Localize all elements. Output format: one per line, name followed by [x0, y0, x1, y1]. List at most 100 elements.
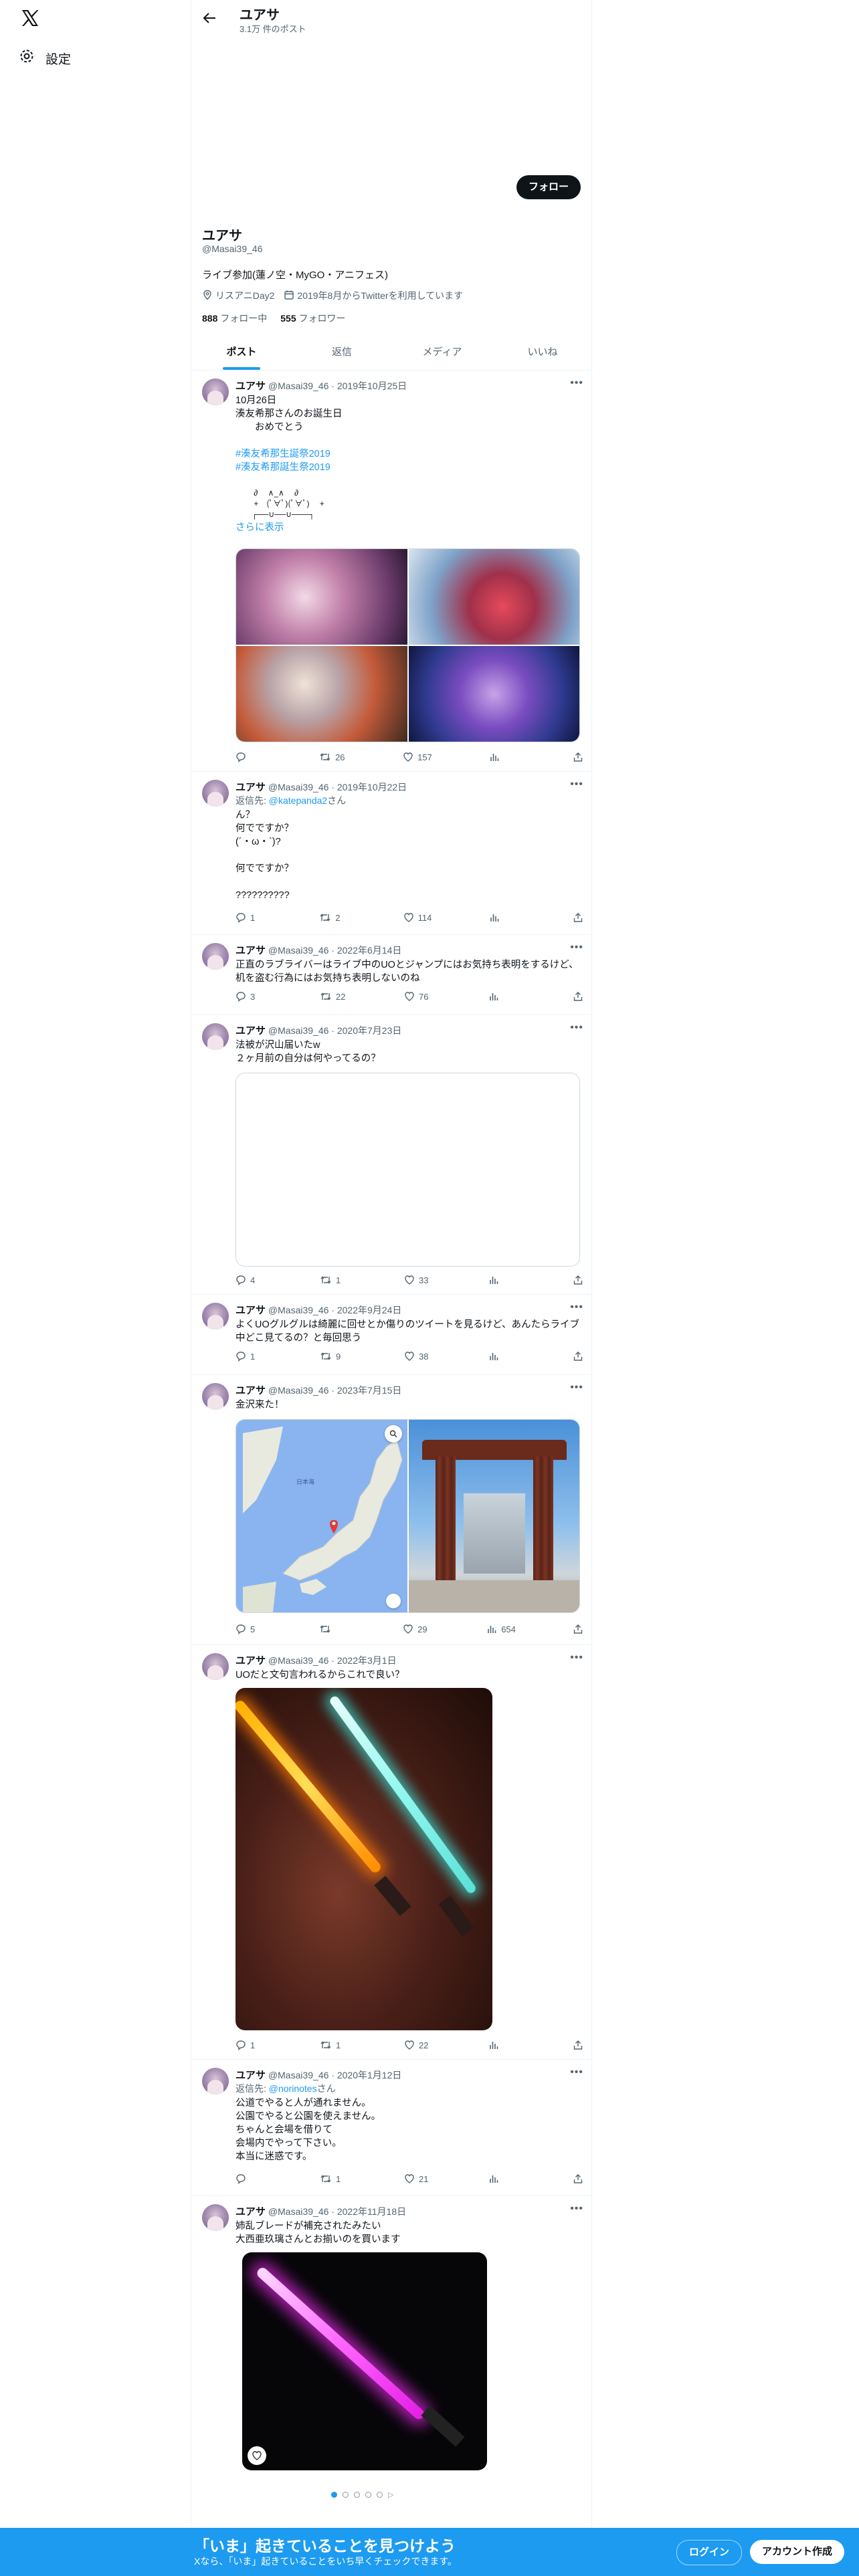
reply-to-link[interactable]: @norinotes: [269, 2083, 317, 2094]
show-more-link[interactable]: さらに表示: [235, 520, 583, 534]
like-button[interactable]: 114: [403, 912, 432, 923]
station-gate-image[interactable]: [408, 1420, 579, 1612]
like-button[interactable]: 76: [404, 991, 431, 1002]
reply-button[interactable]: [235, 752, 262, 762]
login-button[interactable]: ログイン: [676, 2540, 743, 2565]
like-button[interactable]: 157: [403, 752, 432, 762]
reply-button[interactable]: 4: [235, 1275, 262, 1285]
tweet-media-grid[interactable]: 日本海: [235, 1419, 580, 1613]
tweet-text: 姉乱ブレードが補充されたみたい 大西亜玖璃さんとお揃いのを買います: [235, 2221, 401, 2245]
back-arrow-icon[interactable]: [202, 11, 217, 25]
tab-likes[interactable]: いいね: [492, 334, 591, 370]
retweet-button[interactable]: 1: [320, 2040, 347, 2050]
tweet-actions: 3 22 76: [235, 991, 583, 1002]
views-button[interactable]: 654: [486, 1624, 516, 1634]
avatar[interactable]: [202, 780, 229, 807]
carousel-indicator[interactable]: ▷: [331, 2490, 393, 2499]
tab-media[interactable]: メディア: [392, 334, 492, 370]
avatar[interactable]: [202, 1383, 229, 1410]
avatar[interactable]: [202, 1023, 229, 1050]
media-placeholder[interactable]: [235, 1073, 580, 1267]
tweet[interactable]: ••• ユアサ @Masai39_46 · 2022年3月1日 UOだと文句言わ…: [191, 1645, 591, 2060]
location-target-icon[interactable]: [385, 1594, 401, 1608]
tweet-media-grid[interactable]: [235, 548, 580, 742]
reply-to-link[interactable]: @katepanda2: [269, 795, 327, 806]
share-icon[interactable]: [573, 912, 583, 923]
like-button[interactable]: 21: [404, 2173, 431, 2184]
views-button[interactable]: [489, 912, 516, 923]
tweet[interactable]: ••• ユアサ @Masai39_46 · 2022年9月24日 よくUOグルグ…: [191, 1295, 591, 1375]
tweet-actions: 1 9 38: [235, 1351, 583, 1362]
views-button[interactable]: [488, 1351, 515, 1362]
reply-button[interactable]: [235, 2173, 262, 2184]
carousel-dot[interactable]: [354, 2492, 360, 2498]
retweet-button[interactable]: 26: [319, 752, 346, 762]
retweet-button[interactable]: 1: [320, 1275, 347, 1285]
following-link[interactable]: 888 フォロー中: [202, 312, 267, 325]
follow-button[interactable]: フォロー: [516, 175, 581, 199]
x-logo-icon[interactable]: [20, 8, 40, 28]
avatar[interactable]: [202, 943, 229, 970]
map-image[interactable]: 日本海: [236, 1420, 407, 1612]
avatar[interactable]: [202, 2204, 229, 2231]
tab-replies[interactable]: 返信: [292, 334, 392, 370]
share-icon[interactable]: [573, 2173, 583, 2184]
avatar[interactable]: [202, 2068, 229, 2095]
reply-button[interactable]: 1: [235, 2040, 262, 2050]
share-icon[interactable]: [573, 1275, 583, 1285]
carousel-dot[interactable]: [331, 2492, 337, 2498]
media-image[interactable]: [236, 549, 407, 645]
lightsaber-carousel-image[interactable]: [242, 2252, 487, 2470]
reply-button[interactable]: 1: [235, 912, 262, 923]
media-image[interactable]: [408, 646, 579, 742]
tweet[interactable]: ••• ユアサ @Masai39_46 · 2019年10月25日 10月26日…: [191, 370, 591, 772]
settings-link[interactable]: 設定: [19, 48, 71, 68]
avatar[interactable]: [202, 379, 229, 405]
tweet-text: 10月26日 湊友希那さんのお誕生日 おめでとう: [235, 395, 343, 433]
create-account-button[interactable]: アカウント作成: [750, 2540, 845, 2564]
views-button[interactable]: [489, 752, 516, 762]
tweet[interactable]: ••• ユアサ @Masai39_46 · 2022年11月18日 姉乱ブレード…: [191, 2196, 591, 2531]
share-icon[interactable]: [573, 1624, 583, 1634]
tweet[interactable]: ••• ユアサ @Masai39_46 · 2020年1月12日 返信先: @n…: [191, 2060, 591, 2196]
media-image[interactable]: [408, 549, 579, 645]
like-button[interactable]: 29: [403, 1624, 430, 1634]
hashtag-link[interactable]: #湊友希那生誕祭2019: [235, 449, 330, 459]
tweet[interactable]: ••• ユアサ @Masai39_46 · 2023年7月15日 金沢来た！ 日…: [191, 1375, 591, 1645]
like-button[interactable]: 33: [404, 1275, 431, 1285]
views-button[interactable]: [488, 2173, 515, 2184]
media-image[interactable]: [236, 646, 407, 742]
retweet-button[interactable]: 9: [320, 1351, 347, 1362]
tweet[interactable]: ••• ユアサ @Masai39_46 · 2019年10月22日 返信先: @…: [191, 772, 591, 935]
avatar[interactable]: [202, 1653, 229, 1680]
retweet-button[interactable]: 22: [320, 991, 347, 1002]
share-icon[interactable]: [573, 2040, 583, 2050]
carousel-dot[interactable]: [365, 2492, 371, 2498]
hashtag-link[interactable]: #湊友希那誕生祭2019: [235, 462, 330, 473]
like-button[interactable]: 22: [404, 2040, 431, 2050]
carousel-dot[interactable]: [343, 2492, 349, 2498]
reply-button[interactable]: 1: [235, 1351, 262, 1362]
retweet-button[interactable]: 2: [319, 912, 346, 923]
ascii-art: ∂ ∧_∧ ∂ + (ﾟ∀ﾟ)(ﾟ∀ﾟ) + ┌──∪──∪───┐: [252, 488, 324, 519]
avatar[interactable]: [202, 1303, 229, 1329]
share-icon[interactable]: [573, 1351, 583, 1362]
like-button[interactable]: 38: [404, 1351, 431, 1362]
carousel-dot[interactable]: [377, 2492, 383, 2498]
views-button[interactable]: [488, 991, 515, 1002]
share-icon[interactable]: [573, 752, 583, 762]
zoom-icon[interactable]: [384, 1425, 402, 1442]
views-button[interactable]: [488, 2040, 515, 2050]
tweet[interactable]: ••• ユアサ @Masai39_46 · 2020年7月23日 法被が沢山届い…: [191, 1015, 591, 1295]
tweet[interactable]: ••• ユアサ @Masai39_46 · 2022年6月14日 正直のラブライ…: [191, 935, 591, 1015]
retweet-button[interactable]: [319, 1624, 346, 1634]
share-icon[interactable]: [573, 991, 583, 1002]
retweet-button[interactable]: 1: [320, 2173, 347, 2184]
followers-link[interactable]: 555 フォロワー: [280, 312, 345, 325]
tab-posts[interactable]: ポスト: [191, 334, 292, 370]
carousel-next-icon[interactable]: ▷: [388, 2490, 393, 2499]
reply-button[interactable]: 5: [235, 1624, 262, 1634]
reply-button[interactable]: 3: [235, 991, 262, 1002]
views-button[interactable]: [488, 1275, 515, 1285]
lightsaber-image[interactable]: [235, 1688, 492, 2030]
